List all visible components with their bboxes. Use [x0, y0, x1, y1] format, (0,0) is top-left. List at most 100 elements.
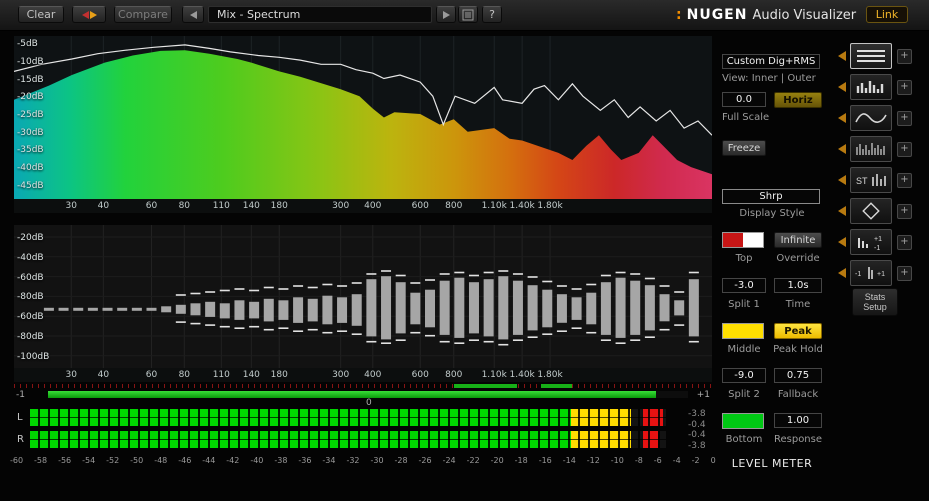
meter-bar — [30, 409, 666, 426]
rack-item-spectrogram[interactable] — [850, 136, 892, 162]
mode-select[interactable]: Custom Dig+RMS — [722, 54, 820, 69]
rack-item-vectorscope[interactable] — [850, 198, 892, 224]
clear-button[interactable]: Clear — [18, 6, 64, 23]
slide-arrow-icon[interactable] — [838, 82, 846, 92]
tick-ruler — [14, 384, 712, 388]
full-scale-field[interactable]: 0.0 — [722, 92, 766, 107]
peak-hold-button[interactable]: Peak — [774, 323, 822, 339]
preset-list-button[interactable] — [458, 6, 478, 23]
add-view-button[interactable]: + — [897, 234, 912, 250]
add-view-button[interactable]: + — [897, 141, 912, 157]
rack-item-waveform[interactable] — [850, 105, 892, 131]
red-left-arrow-icon — [81, 10, 89, 19]
slide-arrow-icon[interactable] — [838, 144, 846, 154]
add-view-button[interactable]: + — [897, 79, 912, 95]
toolbar: Clear Compare Mix - Spectrum ? : NUGEN A… — [0, 0, 929, 31]
rack-item-stereo-bars[interactable]: ST — [850, 167, 892, 193]
previous-preset-button[interactable] — [182, 6, 204, 23]
freq-tick-label: 140 — [242, 201, 260, 211]
freq-tick-label: 140 — [242, 370, 260, 380]
svg-text:+1: +1 — [877, 271, 885, 278]
top-swatch-left — [723, 233, 743, 247]
meter-scale-label: -50 — [130, 456, 144, 465]
split2-field[interactable]: -9.0 — [722, 368, 766, 383]
svg-text:+1: +1 — [874, 236, 882, 243]
meter-scale-label: -8 — [634, 456, 643, 465]
meter-scale-label: -6 — [653, 456, 662, 465]
slide-arrow-icon[interactable] — [838, 206, 846, 216]
line-graph-icon — [857, 50, 885, 62]
list-icon — [462, 9, 474, 20]
add-view-button[interactable]: + — [897, 172, 912, 188]
slide-arrow-icon[interactable] — [838, 237, 846, 247]
spectrum-display: -5dB -10dB -15dB -20dB -25dB -30dB -35dB -40dB -… — [13, 36, 713, 200]
middle-color-swatch[interactable] — [722, 323, 764, 339]
ruler-green-segment — [540, 384, 573, 388]
meter-scale-label: -26 — [418, 456, 432, 465]
svg-text:ST: ST — [856, 176, 868, 186]
correlation-meter: -1 0 +1 — [14, 390, 712, 408]
compare-button[interactable]: Compare — [114, 6, 172, 23]
slide-arrow-icon[interactable] — [838, 51, 846, 61]
meter-scale-label: -32 — [346, 456, 360, 465]
override-button[interactable]: Infinite — [774, 232, 822, 248]
yellow-right-arrow-icon — [89, 10, 97, 19]
meter-channel-row: R — [14, 430, 712, 449]
split1-label: Split 1 — [728, 299, 760, 310]
freq-tick-label: 1.10k — [481, 370, 507, 380]
fallback-field[interactable]: 0.75 — [774, 368, 822, 383]
bottom-color-swatch[interactable] — [722, 413, 764, 429]
rack-item-pan-meter[interactable]: -1 +1 — [850, 260, 892, 286]
play-icon — [442, 10, 450, 19]
peak-hold-label: Peak Hold — [773, 344, 823, 355]
add-view-button[interactable]: + — [897, 265, 912, 281]
svg-text:-1: -1 — [855, 271, 861, 278]
time-field[interactable]: 1.0s — [774, 278, 822, 293]
stats-setup-button[interactable]: Stats Setup — [852, 288, 898, 316]
histogram-plot — [14, 225, 712, 368]
meter-scale-label: 0 — [710, 456, 716, 465]
nugen-dots-icon: : — [676, 7, 682, 23]
slide-arrow-icon[interactable] — [838, 113, 846, 123]
meter-scale-label: -16 — [538, 456, 552, 465]
rack-item-histogram[interactable] — [850, 74, 892, 100]
preset-name-field[interactable]: Mix - Spectrum — [208, 6, 432, 23]
freq-tick-label: 300 — [332, 370, 350, 380]
time-label: Time — [785, 299, 811, 310]
correlation-max-label: +1 — [696, 390, 710, 400]
freq-tick-label: 110 — [212, 370, 230, 380]
ab-compare-arrows-button[interactable] — [72, 6, 106, 23]
split-meter-icon: +1-1 — [858, 236, 882, 252]
freq-tick-label: 800 — [445, 201, 463, 211]
link-button[interactable]: Link — [866, 6, 908, 23]
response-field[interactable]: 1.00 — [774, 413, 822, 428]
meter-scale-label: -4 — [672, 456, 681, 465]
freeze-button[interactable]: Freeze — [722, 140, 766, 156]
channel-label: L — [17, 412, 23, 423]
rack-item-split-meter[interactable]: +1 -1 — [850, 229, 892, 255]
top-color-swatch[interactable] — [722, 232, 764, 248]
freq-tick-label: 300 — [332, 201, 350, 211]
freq-tick-label: 30 — [65, 201, 77, 211]
slide-arrow-icon[interactable] — [838, 175, 846, 185]
freq-tick-label: 600 — [411, 201, 429, 211]
view-rack: + + + + ST + + +1 -1 + -1 +1 + Stats Set… — [836, 36, 929, 472]
add-view-button[interactable]: + — [897, 48, 912, 64]
meter-scale-label: -18 — [514, 456, 528, 465]
play-button[interactable] — [436, 6, 456, 23]
view-mode-label[interactable]: View: Inner | Outer — [722, 73, 828, 84]
display-style-select[interactable]: Shrp — [722, 189, 820, 204]
freq-tick-label: 1.40k — [509, 201, 535, 211]
add-view-button[interactable]: + — [897, 203, 912, 219]
freq-tick-label: 180 — [270, 370, 288, 380]
rack-item-line-graph[interactable] — [850, 43, 892, 69]
help-button[interactable]: ? — [482, 6, 502, 23]
add-view-button[interactable]: + — [897, 110, 912, 126]
correlation-bar — [48, 391, 688, 398]
freq-tick-label: 800 — [445, 370, 463, 380]
spectrum-plot — [13, 36, 713, 200]
response-label: Response — [773, 434, 823, 445]
horiz-button[interactable]: Horiz — [774, 92, 822, 108]
split1-field[interactable]: -3.0 — [722, 278, 766, 293]
slide-arrow-icon[interactable] — [838, 268, 846, 278]
